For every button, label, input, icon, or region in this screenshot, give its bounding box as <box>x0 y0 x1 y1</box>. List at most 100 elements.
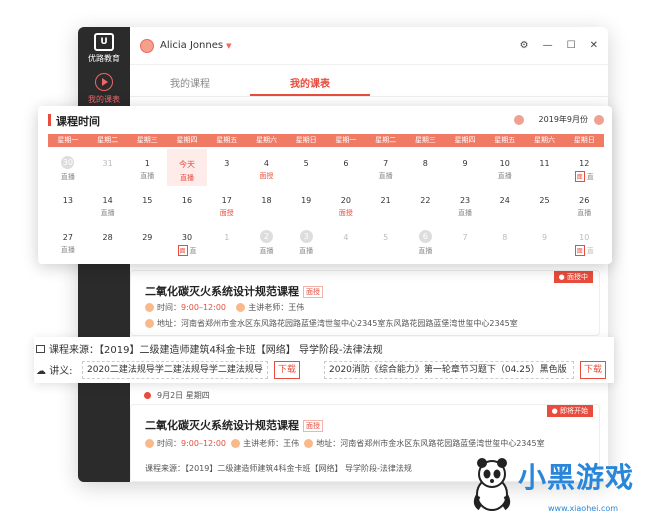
weekday-label: 星期四 <box>454 136 476 144</box>
calendar-day[interactable]: 6 <box>326 149 366 186</box>
calendar-day[interactable]: 5 <box>366 223 406 260</box>
calendar-day[interactable]: 3 直播 <box>286 223 326 260</box>
chevron-down-icon[interactable]: ▼ <box>226 42 231 50</box>
day-number: 20 <box>340 196 351 205</box>
calendar-day[interactable]: 14 直播 <box>88 186 128 223</box>
download-button[interactable]: 下载 <box>274 361 300 379</box>
calendar-month: 2019年9月份 <box>538 115 588 124</box>
calendar-day[interactable]: 29 <box>127 223 167 260</box>
watermark: 小黑游戏 www.xiaohei.com <box>470 450 640 520</box>
lesson-type-label: 直播 <box>378 172 393 180</box>
face-to-face-badge: 面 <box>177 245 188 256</box>
lesson-type-label: 直播 <box>497 172 512 180</box>
handout-file[interactable]: 2020二建法规导学二建法规导学二建法规导 <box>82 361 268 379</box>
day-number: 14 <box>102 196 113 205</box>
weekday-label: 星期日 <box>573 136 595 144</box>
gear-icon[interactable]: ⚙ <box>520 40 529 51</box>
day-number: 7 <box>383 159 389 168</box>
calendar-day[interactable]: 1 直播 <box>127 149 167 186</box>
calendar-day[interactable]: 7 直播 <box>366 149 406 186</box>
calendar-day[interactable]: 21 <box>366 186 406 223</box>
handout-file[interactable]: 2020消防《综合能力》第一轮章节习题下（04.25）黑色版 <box>324 361 574 379</box>
tab-my-courses[interactable]: 我的课程 <box>130 65 250 96</box>
user-name[interactable]: Alicia Jonnes <box>160 40 223 51</box>
day-number: 19 <box>301 196 312 205</box>
calendar-row: 27 直播 28 29 30 面直 1 2 直播 3 直播 4 5 6 直播 7 8 9 10 面直 <box>48 223 604 260</box>
calendar-day[interactable]: 28 <box>88 223 128 260</box>
course-tag: 面授 <box>303 420 323 432</box>
lesson-type-label: 直播 <box>577 209 592 217</box>
calendar-day[interactable]: 4 面授 <box>247 149 287 186</box>
day-lesson-type: 直播 <box>366 171 406 181</box>
calendar-day[interactable]: 12 面直 <box>564 149 604 186</box>
window-controls: ⚙ — ☐ ✕ <box>520 40 598 51</box>
lesson-type-label: 直播 <box>60 173 75 181</box>
lesson-type-label: 面授 <box>259 172 274 180</box>
calendar-day[interactable]: 15 <box>127 186 167 223</box>
play-icon <box>95 73 113 91</box>
close-icon[interactable]: ✕ <box>590 40 598 51</box>
course-card[interactable]: ● 面授中 二氧化碳灭火系统设计规范课程 面授 时间：9:00–12:00 主讲老… <box>130 270 600 336</box>
download-button[interactable]: 下载 <box>580 361 606 379</box>
book-icon <box>36 345 45 353</box>
calendar-day[interactable]: 7 <box>445 223 485 260</box>
calendar-day[interactable]: 3 <box>207 149 247 186</box>
minimize-icon[interactable]: — <box>543 40 553 51</box>
day-number: 29 <box>142 233 153 242</box>
next-month-icon[interactable] <box>594 115 604 125</box>
day-number: 30 <box>61 156 75 169</box>
status-badge: ● 面授中 <box>553 271 593 283</box>
calendar-day[interactable]: 5 <box>286 149 326 186</box>
calendar-day[interactable]: 17 面授 <box>207 186 247 223</box>
calendar-day[interactable]: 4 <box>326 223 366 260</box>
course-address: 地址：河南省郑州市金水区东风路花园路蓝堡湾世玺中心2345室东风路花园路蓝堡湾世… <box>145 318 518 329</box>
weekday-label: 星期三 <box>414 136 436 144</box>
calendar-day[interactable]: 30 面直 <box>167 223 207 260</box>
calendar-day[interactable]: 26 直播 <box>564 186 604 223</box>
calendar-day[interactable]: 10 面直 <box>564 223 604 260</box>
calendar-day[interactable]: 9 <box>445 149 485 186</box>
sidebar-item-label: 我的课表 <box>88 95 120 104</box>
day-number: 8 <box>502 233 508 242</box>
calendar-row: 13 14 直播 15 16 17 面授 18 19 20 面授 21 22 23 直播 24 25 26 直播 <box>48 186 604 223</box>
calendar-day[interactable]: 10 直播 <box>485 149 525 186</box>
calendar-day[interactable]: 27 直播 <box>48 223 88 260</box>
calendar-day[interactable]: 31 <box>88 149 128 186</box>
calendar-day[interactable]: 13 <box>48 186 88 223</box>
face-to-face-badge: 面 <box>574 245 585 256</box>
title-accent-bar <box>48 114 51 126</box>
lesson-type-label: 直 <box>586 173 594 181</box>
day-lesson-type: 面直 <box>564 245 604 256</box>
calendar-day[interactable]: 18 <box>247 186 287 223</box>
clock-icon <box>145 439 154 448</box>
calendar-day[interactable]: 6 直播 <box>405 223 445 260</box>
calendar-day[interactable]: 19 <box>286 186 326 223</box>
calendar-day[interactable]: 22 <box>405 186 445 223</box>
calendar-day[interactable]: 16 <box>167 186 207 223</box>
calendar-day[interactable]: 8 <box>405 149 445 186</box>
day-number: 26 <box>579 196 590 205</box>
calendar-day[interactable]: 24 <box>485 186 525 223</box>
calendar-day[interactable]: 23 直播 <box>445 186 485 223</box>
weekday-header: 星期一 星期二 星期三 星期四 星期五 星期六 星期日 星期一 星期二 星期三 星期四 星期五 星期六 星… <box>48 134 604 147</box>
lesson-type-label: 直播 <box>418 247 433 255</box>
logo-mark-icon: U <box>94 33 114 51</box>
calendar-day[interactable]: 30 直播 <box>48 149 88 186</box>
prev-month-icon[interactable] <box>514 115 524 125</box>
calendar-day[interactable]: 8 <box>485 223 525 260</box>
calendar-day[interactable]: 25 <box>525 186 565 223</box>
calendar-day[interactable]: 11 <box>525 149 565 186</box>
calendar-header: 课程时间 2019年9月份 <box>48 113 604 128</box>
calendar-day[interactable]: 2 直播 <box>247 223 287 260</box>
day-number: 31 <box>102 159 113 168</box>
maximize-icon[interactable]: ☐ <box>567 40 576 51</box>
calendar-day[interactable]: 1 <box>207 223 247 260</box>
weekday-label: 星期三 <box>136 136 158 144</box>
calendar-day[interactable]: 20 面授 <box>326 186 366 223</box>
calendar-day[interactable]: 今天 直播 <box>167 149 207 186</box>
sidebar-item-schedule[interactable]: 我的课表 <box>82 73 126 105</box>
calendar-day[interactable]: 9 <box>525 223 565 260</box>
avatar[interactable] <box>140 38 154 53</box>
tab-my-schedule[interactable]: 我的课表 <box>250 65 370 96</box>
day-number: 10 <box>579 233 590 242</box>
